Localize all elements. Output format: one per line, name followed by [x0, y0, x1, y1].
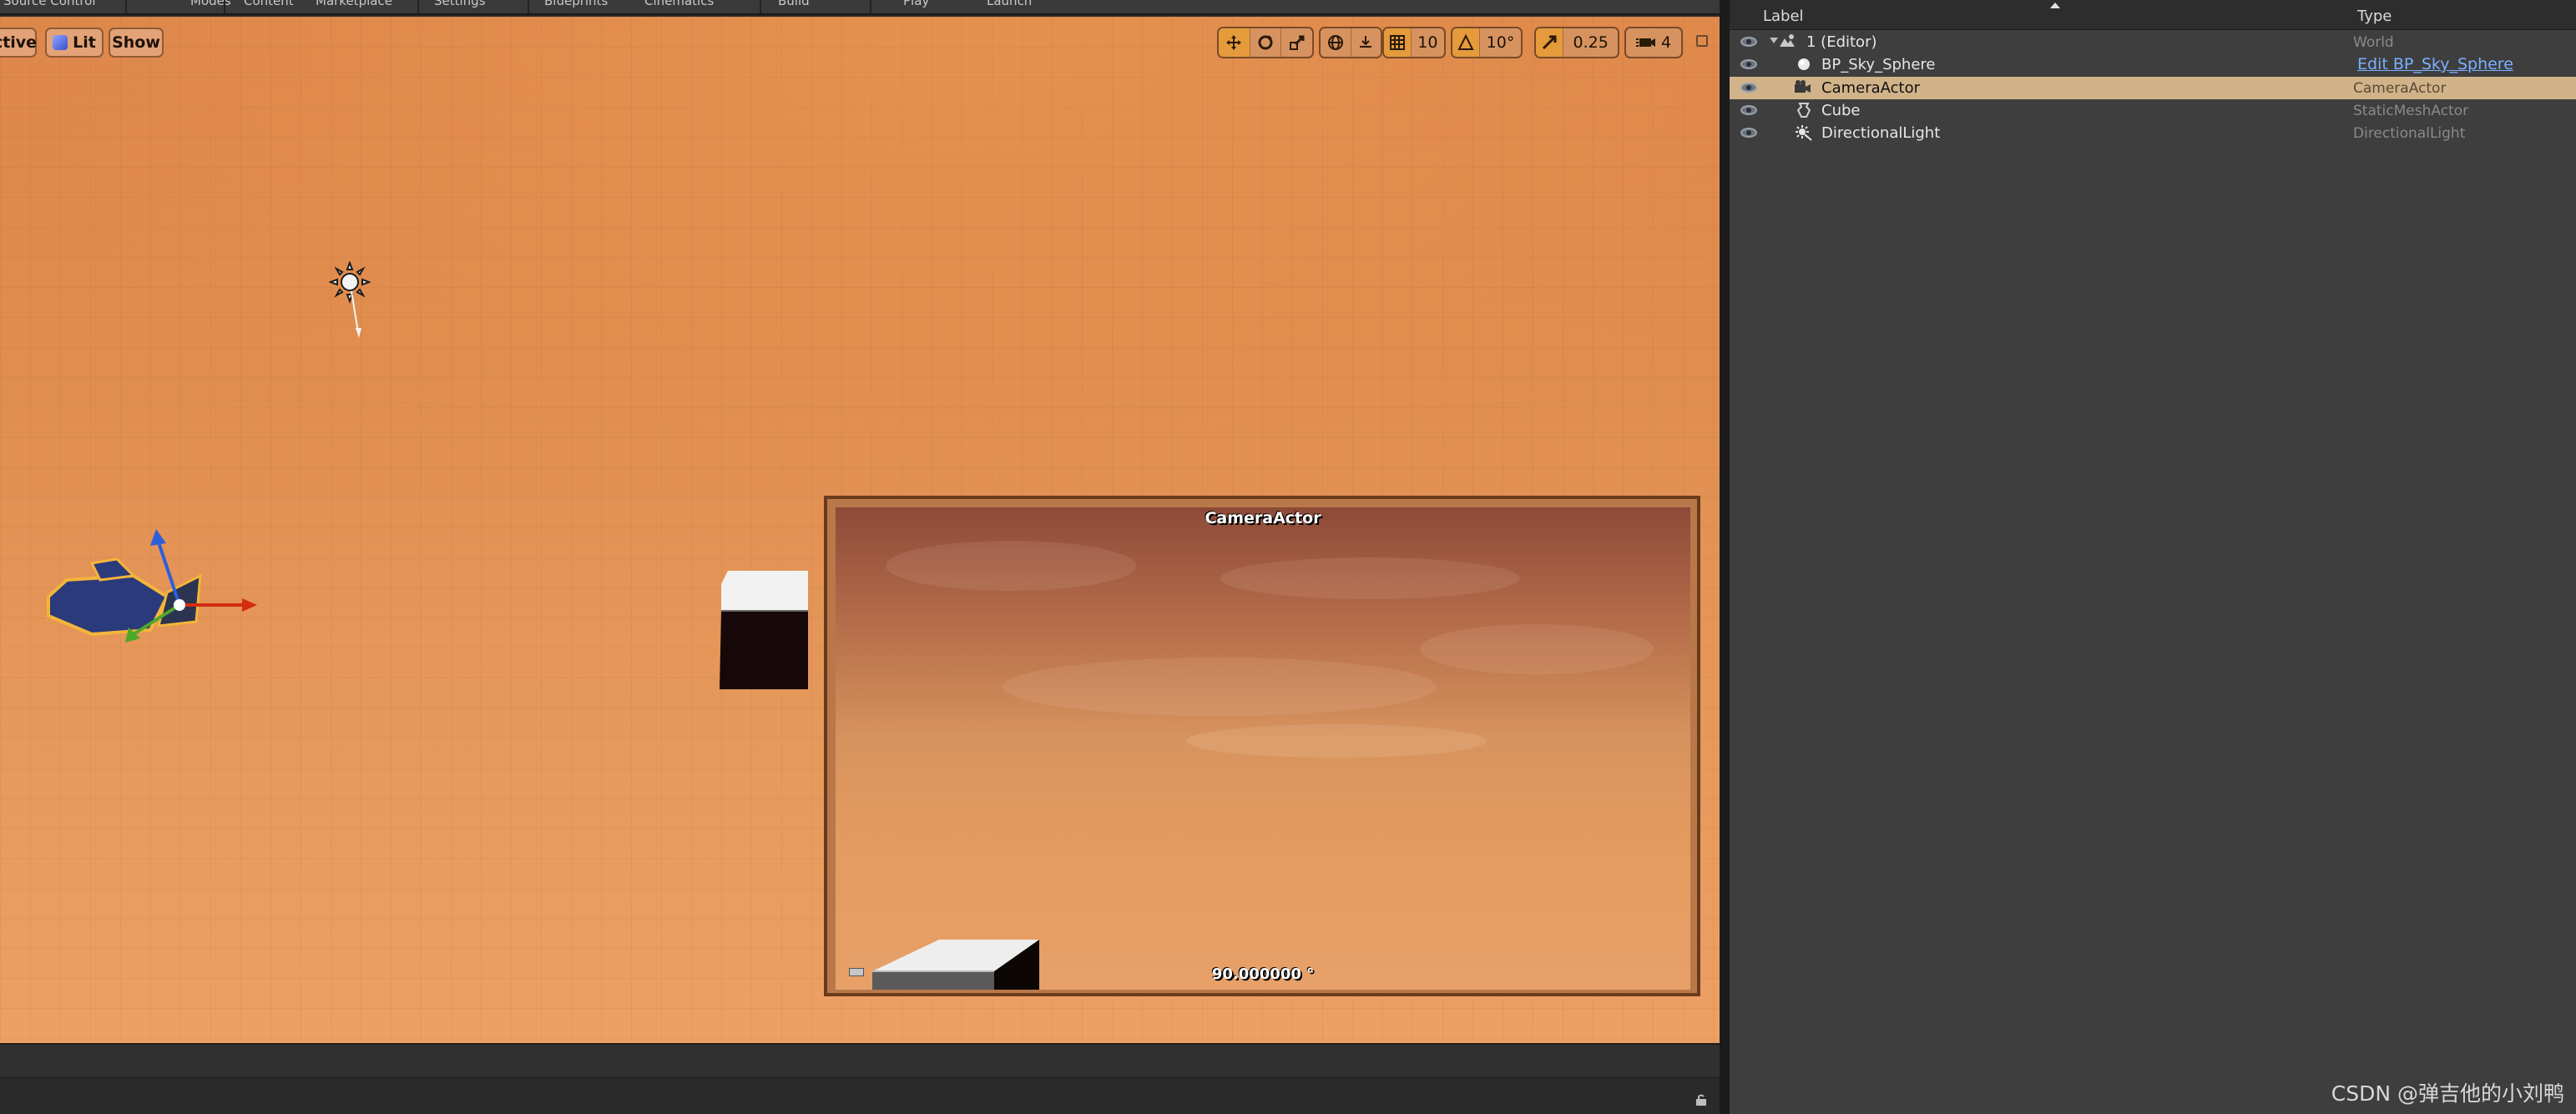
- row-label: 1 (Editor): [1806, 33, 1877, 51]
- row-type: CameraActor: [2353, 80, 2447, 97]
- rotate-icon[interactable]: [1250, 28, 1282, 57]
- world-space-icon[interactable]: [1321, 28, 1351, 57]
- outliner-row-cube[interactable]: Cube StaticMeshActor: [1730, 99, 2576, 122]
- row-label: Cube: [1821, 102, 1861, 119]
- perspective-label: ctive: [0, 33, 38, 52]
- lit-view-mode-button[interactable]: Lit: [45, 28, 104, 58]
- viewport-status-bar: [0, 1043, 1720, 1114]
- menu-content[interactable]: Content: [244, 0, 294, 8]
- menu-build[interactable]: Build: [778, 0, 810, 8]
- visibility-eye-icon[interactable]: [1740, 83, 1757, 93]
- watermark-text: CSDN @弹吉他的小刘鸭: [2331, 1081, 2564, 1106]
- menu-play[interactable]: Play: [903, 0, 929, 8]
- menu-source-control[interactable]: Source Control: [3, 0, 96, 8]
- column-header-type[interactable]: Type: [2357, 8, 2392, 25]
- visibility-eye-icon[interactable]: [1740, 37, 1757, 47]
- expand-arrow-icon[interactable]: [1770, 38, 1778, 43]
- row-label: DirectionalLight: [1821, 124, 1941, 142]
- row-type: DirectionalLight: [2353, 125, 2466, 142]
- grid-snap-icon[interactable]: [1384, 28, 1412, 57]
- scale-snap-group: 0.25: [1534, 27, 1619, 58]
- world-icon: [1780, 34, 1795, 47]
- menu-cinematics[interactable]: Cinematics: [644, 0, 714, 8]
- outliner-row-directional-light[interactable]: DirectionalLight DirectionalLight: [1730, 122, 2576, 144]
- perspective-button[interactable]: ctive: [0, 28, 37, 58]
- menu-separator: [528, 0, 529, 13]
- lit-label: Lit: [73, 33, 96, 52]
- column-header-label[interactable]: Label: [1763, 8, 1804, 25]
- camera-speed-value: 4: [1660, 33, 1672, 52]
- camera-icon: [1795, 80, 1811, 93]
- sky-cloud: [1186, 724, 1487, 758]
- level-viewport[interactable]: ctive Lit Show 10 10: [0, 17, 1720, 1043]
- world-outliner-panel: Label Type 1 (Editor) World BP_Sky_Spher…: [1730, 0, 2576, 1114]
- cube-mesh: [720, 571, 808, 689]
- lock-icon[interactable]: [1695, 1093, 1708, 1106]
- edit-blueprint-link[interactable]: Edit BP_Sky_Sphere: [2357, 55, 2513, 73]
- camera-speed-icon: [1635, 38, 1655, 47]
- maximize-viewport-icon[interactable]: [1696, 35, 1708, 47]
- sky-cloud: [886, 541, 1136, 591]
- outliner-header: Label Type: [1730, 0, 2576, 30]
- visibility-eye-icon[interactable]: [1740, 105, 1757, 115]
- visibility-eye-icon[interactable]: [1740, 59, 1757, 69]
- menu-separator: [417, 0, 419, 13]
- menu-separator: [125, 0, 127, 13]
- main-menu-bar: Source Control Modes Content Marketplace…: [0, 0, 1720, 15]
- menu-separator: [760, 0, 761, 13]
- sky-cloud: [1420, 624, 1654, 674]
- directional-light-sprite[interactable]: [328, 260, 371, 353]
- outliner-row-bp-sky-sphere[interactable]: BP_Sky_Sphere Edit BP_Sky_Sphere: [1730, 53, 2576, 76]
- show-label: Show: [112, 33, 160, 52]
- camera-preview-render: CameraActor 90.000000 °: [836, 507, 1690, 990]
- row-type: StaticMeshActor: [2353, 103, 2469, 119]
- sort-ascending-icon[interactable]: [2050, 3, 2060, 8]
- scale-icon[interactable]: [1281, 28, 1312, 57]
- rotation-snap-group: 10°: [1451, 27, 1523, 58]
- menu-blueprints[interactable]: Blueprints: [544, 0, 608, 8]
- camera-actor-icon: [47, 529, 257, 643]
- directional-light-icon: [1796, 125, 1812, 141]
- sun-icon: [328, 260, 371, 338]
- menu-marketplace[interactable]: Marketplace: [316, 0, 392, 8]
- row-label: BP_Sky_Sphere: [1821, 56, 1936, 73]
- camera-fov-text: 90.000000 °: [1211, 965, 1315, 983]
- menu-separator: [870, 0, 871, 13]
- grid-snap-group: 10: [1382, 27, 1446, 58]
- lit-sphere-icon: [53, 35, 68, 50]
- menu-launch[interactable]: Launch: [987, 0, 1032, 8]
- camera-speed-group: 4: [1624, 27, 1683, 58]
- static-mesh-icon: [1796, 103, 1811, 118]
- panel-divider[interactable]: [1720, 0, 1730, 1114]
- menu-separator: [224, 0, 225, 13]
- camera-speed-button[interactable]: 4: [1626, 28, 1681, 57]
- camera-preview-window: CameraActor 90.000000 °: [824, 496, 1700, 996]
- visibility-eye-icon[interactable]: [1740, 128, 1757, 138]
- camera-actor-in-viewport[interactable]: [42, 517, 259, 651]
- sky-cloud: [1220, 557, 1520, 599]
- coordinate-space-group: [1319, 27, 1382, 58]
- camera-preview-title: CameraActor: [1205, 509, 1321, 527]
- surface-snapping-icon[interactable]: [1351, 28, 1381, 57]
- translate-icon[interactable]: [1219, 28, 1250, 57]
- transform-tools-group: [1217, 27, 1314, 58]
- rotation-snap-value[interactable]: 10°: [1480, 28, 1521, 57]
- scale-snap-icon[interactable]: [1536, 28, 1564, 57]
- row-label: CameraActor: [1821, 79, 1921, 97]
- grid-snap-value[interactable]: 10: [1412, 28, 1444, 57]
- outliner-row-camera-actor[interactable]: CameraActor CameraActor: [1730, 77, 2576, 99]
- outliner-row-world[interactable]: 1 (Editor) World: [1730, 31, 2576, 53]
- status-strip: [0, 1045, 1720, 1078]
- rotation-snap-icon[interactable]: [1452, 28, 1481, 57]
- menu-settings[interactable]: Settings: [434, 0, 486, 8]
- cube-actor-in-viewport[interactable]: [718, 569, 810, 693]
- sky-cloud: [1003, 658, 1437, 716]
- scale-snap-value[interactable]: 0.25: [1563, 28, 1618, 57]
- show-button[interactable]: Show: [109, 28, 164, 58]
- sphere-icon: [1798, 58, 1810, 70]
- row-type: World: [2353, 34, 2394, 51]
